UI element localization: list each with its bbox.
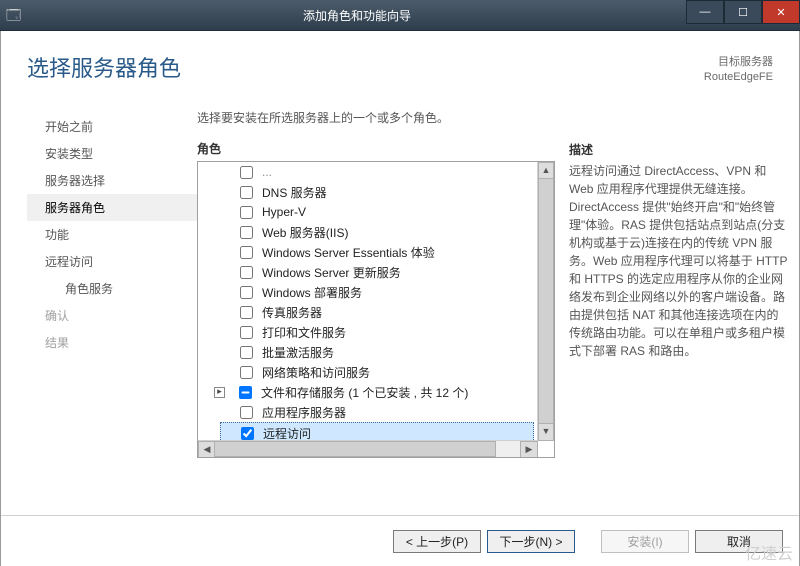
role-item-9[interactable]: 网络策略和访问服务 bbox=[220, 362, 538, 382]
sidebar-step-2[interactable]: 服务器选择 bbox=[27, 167, 197, 194]
role-checkbox[interactable] bbox=[240, 366, 253, 379]
destination-value: RouteEdgeFE bbox=[704, 70, 773, 85]
role-item-8[interactable]: 批量激活服务 bbox=[220, 342, 538, 362]
roles-listbox[interactable]: ... DNS 服务器 Hyper-V Web 服务器(IIS) Windows Se… bbox=[197, 161, 555, 458]
role-text: 应用程序服务器 bbox=[262, 404, 346, 421]
role-item-12[interactable]: 远程访问 bbox=[220, 422, 534, 441]
sidebar-step-5[interactable]: 远程访问 bbox=[27, 248, 197, 275]
main-columns: 开始之前安装类型服务器选择服务器角色功能远程访问角色服务确认结果 选择要安装在所… bbox=[1, 109, 799, 497]
page-title: 选择服务器角色 bbox=[27, 51, 181, 83]
prev-button[interactable]: < 上一步(P) bbox=[393, 530, 481, 553]
sidebar-step-4[interactable]: 功能 bbox=[27, 221, 197, 248]
role-checkbox[interactable] bbox=[240, 246, 253, 259]
role-text: 传真服务器 bbox=[262, 304, 322, 321]
role-item-partial-top: ... bbox=[220, 162, 538, 182]
page-header: 选择服务器角色 目标服务器 RouteEdgeFE bbox=[1, 31, 799, 109]
sidebar-step-3[interactable]: 服务器角色 bbox=[27, 194, 197, 221]
install-button[interactable]: 安装(I) bbox=[601, 530, 689, 553]
role-checkbox[interactable] bbox=[241, 427, 254, 440]
description-label: 描述 bbox=[569, 141, 789, 162]
role-checkbox[interactable] bbox=[240, 286, 253, 299]
client-area: 选择服务器角色 目标服务器 RouteEdgeFE 开始之前安装类型服务器选择服… bbox=[0, 31, 800, 566]
role-checkbox[interactable] bbox=[240, 306, 253, 319]
description-body: 远程访问通过 DirectAccess、VPN 和 Web 应用程序代理提供无缝… bbox=[569, 162, 789, 360]
role-checkbox[interactable] bbox=[240, 186, 253, 199]
sidebar-step-7: 确认 bbox=[27, 302, 197, 329]
role-text: 打印和文件服务 bbox=[262, 324, 346, 341]
role-item-5[interactable]: Windows 部署服务 bbox=[220, 282, 538, 302]
footer: < 上一步(P) 下一步(N) > 安装(I) 取消 bbox=[1, 515, 799, 566]
destination-label: 目标服务器 bbox=[704, 55, 773, 70]
role-text: 远程访问 bbox=[263, 425, 311, 442]
scroll-thumb[interactable] bbox=[538, 178, 554, 425]
maximize-button[interactable]: ☐ bbox=[724, 0, 762, 24]
role-text: 网络策略和访问服务 bbox=[262, 364, 370, 381]
role-text: 批量激活服务 bbox=[262, 344, 334, 361]
role-checkbox[interactable] bbox=[240, 266, 253, 279]
roles-list-inner: ... DNS 服务器 Hyper-V Web 服务器(IIS) Windows Se… bbox=[198, 162, 538, 441]
next-button[interactable]: 下一步(N) > bbox=[487, 530, 575, 553]
titlebar: 🗔 添加角色和功能向导 — ☐ ✕ bbox=[0, 0, 800, 31]
role-checkbox[interactable] bbox=[240, 406, 253, 419]
sidebar-step-1[interactable]: 安装类型 bbox=[27, 140, 197, 167]
window-title: 添加角色和功能向导 bbox=[28, 7, 686, 24]
role-checkbox[interactable] bbox=[240, 206, 253, 219]
role-checkbox[interactable] bbox=[240, 326, 253, 339]
role-text: Windows 部署服务 bbox=[262, 284, 362, 301]
role-checkbox[interactable] bbox=[240, 346, 253, 359]
role-checkbox[interactable] bbox=[240, 166, 253, 179]
roles-label: 角色 bbox=[197, 140, 555, 161]
role-item-6[interactable]: 传真服务器 bbox=[220, 302, 538, 322]
description-column: 描述 远程访问通过 DirectAccess、VPN 和 Web 应用程序代理提… bbox=[555, 109, 789, 497]
role-text: Windows Server 更新服务 bbox=[262, 264, 401, 281]
role-item-0[interactable]: DNS 服务器 bbox=[220, 182, 538, 202]
sidebar-step-0[interactable]: 开始之前 bbox=[27, 113, 197, 140]
close-button[interactable]: ✕ bbox=[762, 0, 800, 24]
role-item-10[interactable]: ▸文件和存储服务 (1 个已安装 , 共 12 个) bbox=[220, 382, 538, 402]
role-text: Hyper-V bbox=[262, 205, 306, 219]
window-buttons: — ☐ ✕ bbox=[686, 0, 800, 30]
center-column: 选择要安装在所选服务器上的一个或多个角色。 角色 ... DNS 服务器 Hype… bbox=[197, 109, 555, 497]
role-item-11[interactable]: 应用程序服务器 bbox=[220, 402, 538, 422]
role-checkbox[interactable] bbox=[240, 226, 253, 239]
expand-icon[interactable]: ▸ bbox=[214, 387, 225, 398]
horizontal-scrollbar[interactable]: ◀ ▶ bbox=[198, 440, 538, 457]
app-icon: 🗔 bbox=[6, 7, 22, 23]
role-item-4[interactable]: Windows Server 更新服务 bbox=[220, 262, 538, 282]
role-item-7[interactable]: 打印和文件服务 bbox=[220, 322, 538, 342]
minimize-button[interactable]: — bbox=[686, 0, 724, 24]
role-item-1[interactable]: Hyper-V bbox=[220, 202, 538, 222]
instruction-text: 选择要安装在所选服务器上的一个或多个角色。 bbox=[197, 109, 555, 140]
role-item-2[interactable]: Web 服务器(IIS) bbox=[220, 222, 538, 242]
role-checkbox[interactable] bbox=[239, 386, 252, 399]
scroll-down-icon[interactable]: ▼ bbox=[538, 423, 554, 441]
role-text: Windows Server Essentials 体验 bbox=[262, 244, 435, 261]
cancel-button[interactable]: 取消 bbox=[695, 530, 783, 553]
destination-info: 目标服务器 RouteEdgeFE bbox=[704, 51, 773, 86]
role-text: Web 服务器(IIS) bbox=[262, 224, 348, 241]
role-text: ... bbox=[262, 165, 272, 179]
sidebar-step-8: 结果 bbox=[27, 329, 197, 356]
wizard-sidebar: 开始之前安装类型服务器选择服务器角色功能远程访问角色服务确认结果 bbox=[27, 109, 197, 497]
hscroll-thumb[interactable] bbox=[214, 441, 496, 457]
role-item-3[interactable]: Windows Server Essentials 体验 bbox=[220, 242, 538, 262]
role-text: 文件和存储服务 (1 个已安装 , 共 12 个) bbox=[261, 384, 468, 401]
role-text: DNS 服务器 bbox=[262, 184, 327, 201]
vertical-scrollbar[interactable]: ▲ ▼ bbox=[537, 162, 554, 441]
scroll-right-icon[interactable]: ▶ bbox=[520, 441, 538, 458]
sidebar-step-6[interactable]: 角色服务 bbox=[27, 275, 197, 302]
